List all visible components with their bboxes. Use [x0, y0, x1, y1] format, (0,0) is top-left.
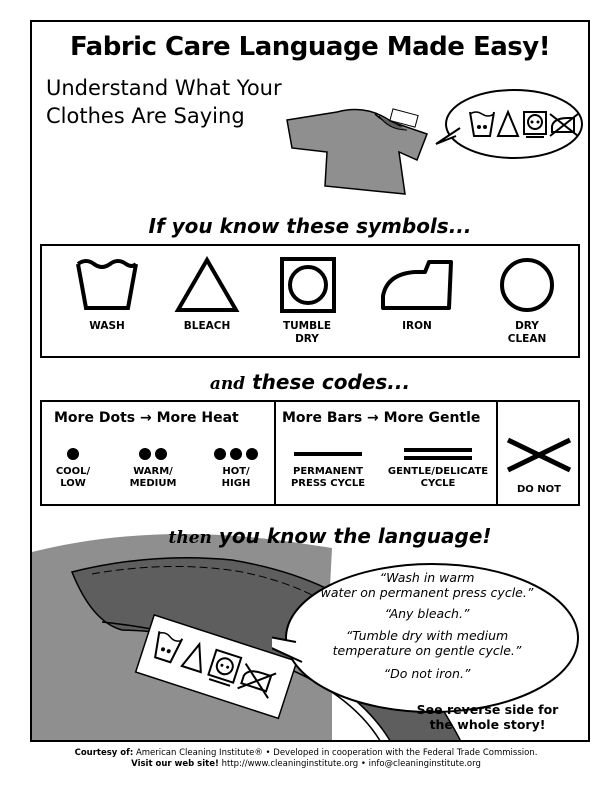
symbol-label: IRON	[402, 320, 432, 332]
bars-header: More Bars → More Gentle	[282, 410, 481, 426]
quote-bleach: “Any bleach.”	[384, 606, 470, 621]
heading-language: then you know the language!	[72, 524, 588, 548]
code-permanent-press: PERMANENT PRESS CYCLE	[282, 446, 374, 490]
symbol-label: TUMBLE DRY	[282, 320, 331, 345]
one-bar-icon	[294, 452, 362, 456]
wash-icon	[76, 259, 138, 310]
code-warm-medium: WARM/MEDIUM	[118, 446, 188, 490]
heading-language-prefix: then	[168, 528, 212, 548]
heading-symbols: If you know these symbols...	[148, 214, 472, 238]
bleach-icon	[174, 256, 240, 312]
dry-clean-icon	[500, 258, 554, 312]
divider	[496, 402, 498, 504]
do-not-x-icon	[506, 437, 572, 473]
subtitle: Understand What Your Clothes Are Saying	[46, 74, 282, 130]
subtitle-line-2: Clothes Are Saying	[46, 104, 245, 128]
heading-codes-text: these codes...	[252, 370, 411, 394]
symbol-label: WASH	[89, 320, 125, 332]
page-title: Fabric Care Language Made Easy!	[69, 32, 551, 62]
code-gentle-delicate: GENTLE/DELICATE CYCLE	[386, 446, 490, 490]
symbols-box: WASH BLEACH TUMBLE DRY IRON DRY CLEAN	[40, 244, 580, 358]
iron-icon	[381, 260, 453, 310]
heading-language-text: you know the language!	[218, 524, 492, 548]
symbol-wash: WASH	[62, 256, 152, 333]
code-hot-high: HOT/HIGH	[204, 446, 268, 490]
symbol-dry-clean: DRY CLEAN	[482, 256, 572, 346]
codes-box: More Dots → More Heat More Bars → More G…	[40, 400, 580, 506]
quote-iron: “Do not iron.”	[383, 666, 471, 681]
label-speech-bubble	[435, 89, 583, 159]
divider	[274, 402, 276, 504]
code-do-not: DO NOT	[504, 436, 574, 496]
quote-wash: “Wash in warm water on permanent press cy…	[320, 570, 534, 600]
footer-courtesy: Courtesy of: American Cleaning Institute…	[74, 748, 538, 758]
flyer-frame: Fabric Care Language Made Easy! Understa…	[30, 20, 590, 742]
code-cool-low: COOL/LOW	[48, 446, 98, 490]
footer-visit: Visit our web site! http://www.cleaningi…	[131, 759, 481, 769]
dots-header: More Dots → More Heat	[54, 410, 239, 426]
symbol-bleach: BLEACH	[162, 256, 252, 333]
tumble-dry-icon	[280, 257, 336, 313]
three-dots-icon	[214, 448, 258, 460]
quote-tumble-dry: “Tumble dry with medium temperature on ge…	[332, 628, 522, 658]
two-bars-icon	[404, 448, 472, 460]
heading-codes-prefix: and	[209, 374, 246, 394]
heading-codes: and these codes...	[32, 370, 588, 394]
two-dots-icon	[139, 448, 167, 460]
footer: Courtesy of: American Cleaning Institute…	[0, 748, 612, 770]
symbol-label: DRY CLEAN	[507, 320, 547, 345]
subtitle-line-1: Understand What Your	[46, 76, 282, 100]
symbol-iron: IRON	[372, 256, 462, 333]
see-reverse-note: See reverse side for the whole story!	[416, 702, 559, 732]
symbol-label: BLEACH	[183, 320, 231, 332]
one-dot-icon	[67, 448, 79, 460]
symbol-tumble-dry: TUMBLE DRY	[262, 256, 352, 346]
